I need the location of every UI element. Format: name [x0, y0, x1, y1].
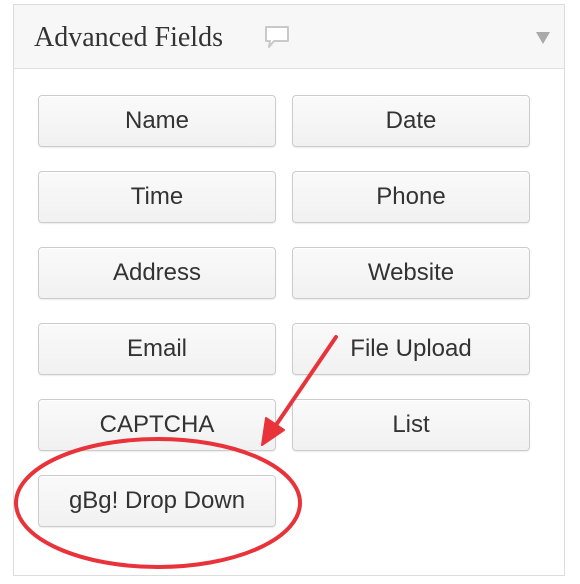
speech-bubble-icon[interactable]	[264, 25, 290, 49]
website-field-button[interactable]: Website	[292, 247, 530, 299]
address-field-button[interactable]: Address	[38, 247, 276, 299]
email-field-button[interactable]: Email	[38, 323, 276, 375]
captcha-field-button[interactable]: CAPTCHA	[38, 399, 276, 451]
time-field-button[interactable]: Time	[38, 171, 276, 223]
panel-header[interactable]: Advanced Fields	[14, 5, 564, 69]
file-upload-field-button[interactable]: File Upload	[292, 323, 530, 375]
triangle-down-icon[interactable]	[536, 31, 550, 44]
panel-title: Advanced Fields	[34, 22, 223, 53]
name-field-button[interactable]: Name	[38, 95, 276, 147]
list-field-button[interactable]: List	[292, 399, 530, 451]
gbg-drop-down-field-button[interactable]: gBg! Drop Down	[38, 475, 276, 527]
date-field-button[interactable]: Date	[292, 95, 530, 147]
phone-field-button[interactable]: Phone	[292, 171, 530, 223]
